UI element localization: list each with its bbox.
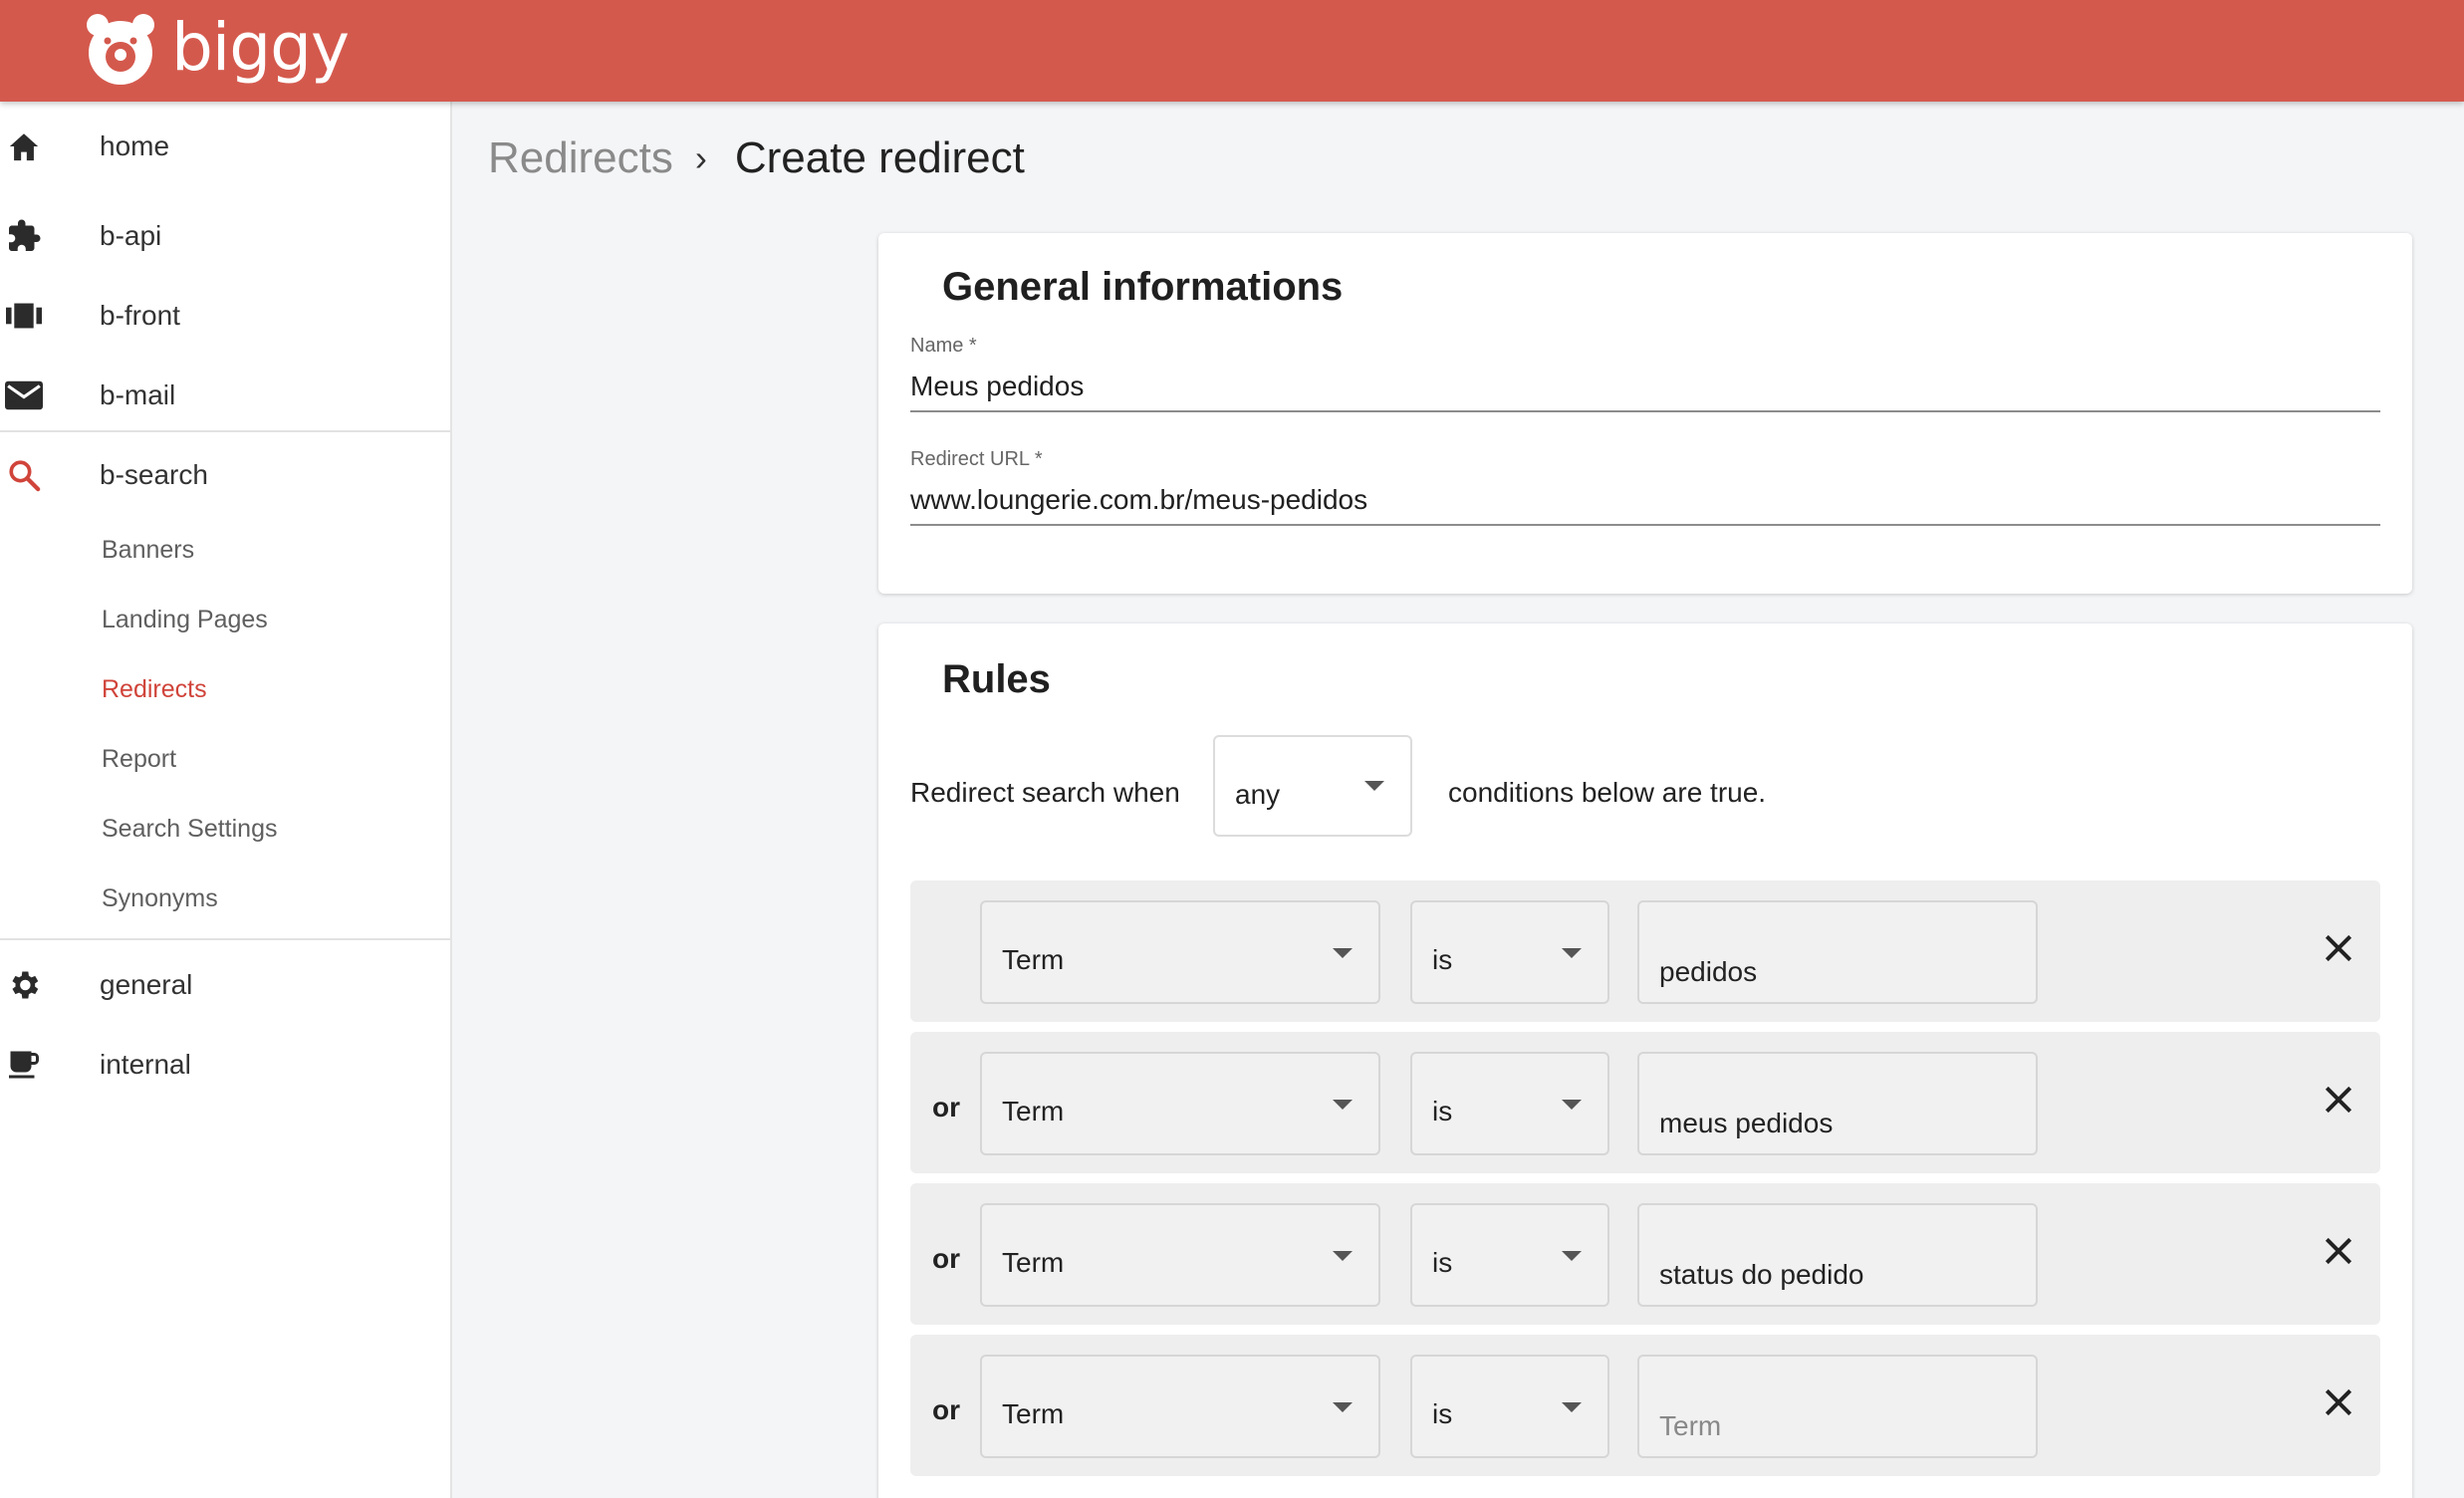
sidebar-item-label: b-api	[100, 220, 162, 251]
close-icon[interactable]	[2319, 1080, 2358, 1120]
condition-field-value: Term	[1002, 944, 1065, 975]
rules-title: Rules	[942, 657, 1051, 701]
sidebar-subitem-synonyms[interactable]: Synonyms	[102, 884, 218, 913]
close-icon[interactable]	[2319, 1231, 2358, 1271]
breadcrumb-redirects-link[interactable]: Redirects	[488, 133, 673, 183]
match-mode-value: any	[1235, 779, 1281, 810]
sidebar-item-label: general	[100, 969, 193, 1000]
condition-operator-select[interactable]: is	[1410, 1203, 1609, 1307]
condition-field-value: Term	[1002, 1398, 1065, 1429]
condition-operator-select[interactable]: is	[1410, 1355, 1609, 1458]
chevron-down-icon	[1562, 1402, 1582, 1412]
chevron-down-icon	[1364, 781, 1384, 791]
sidebar-item-b-api[interactable]: b-api	[0, 201, 450, 271]
condition-operator-value: is	[1432, 944, 1453, 975]
condition-connector: or	[932, 1243, 960, 1274]
name-field-label: Name *	[910, 335, 977, 357]
chevron-down-icon	[1333, 1402, 1353, 1412]
condition-row: or Term is	[910, 1183, 2380, 1325]
close-icon[interactable]	[2319, 1382, 2358, 1422]
condition-field-select[interactable]: Term	[980, 1203, 1380, 1307]
sidebar-item-label: b-front	[100, 300, 180, 331]
sidebar-item-label: b-search	[100, 459, 208, 490]
logo-text: biggy	[171, 9, 350, 86]
sidebar-item-label: b-mail	[100, 379, 176, 410]
carousel-icon	[4, 296, 44, 336]
sidebar-item-label: home	[100, 130, 170, 161]
condition-field-value: Term	[1002, 1247, 1065, 1278]
condition-field-value: Term	[1002, 1096, 1065, 1126]
sidebar-item-internal[interactable]: internal	[0, 1030, 450, 1100]
chevron-down-icon	[1562, 1251, 1582, 1261]
condition-field-select[interactable]: Term	[980, 1355, 1380, 1458]
sidebar-item-b-search[interactable]: b-search	[0, 440, 450, 510]
sidebar-item-b-mail[interactable]: b-mail	[0, 361, 450, 430]
gear-icon	[4, 965, 44, 1005]
top-app-bar: biggy	[0, 0, 2464, 102]
chevron-down-icon	[1562, 1100, 1582, 1110]
sidebar: home b-api b-front b-mail b-search Banne…	[0, 102, 452, 1498]
breadcrumb-separator-icon: ›	[694, 137, 707, 178]
rule-suffix-text: conditions below are true.	[1448, 777, 1767, 808]
search-icon	[4, 455, 44, 495]
chevron-down-icon	[1562, 948, 1582, 958]
sidebar-subitem-search-settings[interactable]: Search Settings	[102, 815, 278, 844]
condition-value-input[interactable]	[1637, 900, 2038, 1004]
condition-operator-value: is	[1432, 1247, 1453, 1278]
rules-card: Rules Redirect search when any condition…	[878, 624, 2412, 1498]
condition-field-select[interactable]: Term	[980, 1052, 1380, 1155]
condition-operator-select[interactable]: is	[1410, 1052, 1609, 1155]
redirect-url-field[interactable]	[910, 476, 2380, 526]
coffee-icon	[4, 1045, 44, 1085]
page-title: Create redirect	[734, 133, 1025, 182]
bear-logo-icon	[86, 11, 155, 85]
general-informations-title: General informations	[942, 265, 1344, 309]
mail-icon	[4, 375, 44, 415]
condition-operator-value: is	[1432, 1096, 1453, 1126]
sidebar-subitem-landing-pages[interactable]: Landing Pages	[102, 606, 268, 634]
condition-field-select[interactable]: Term	[980, 900, 1380, 1004]
name-field[interactable]	[910, 363, 2380, 412]
sidebar-subitem-report[interactable]: Report	[102, 745, 176, 774]
chevron-down-icon	[1333, 1100, 1353, 1110]
sidebar-item-general[interactable]: general	[0, 950, 450, 1020]
condition-operator-select[interactable]: is	[1410, 900, 1609, 1004]
condition-row: or Term is	[910, 1032, 2380, 1173]
sidebar-item-label: internal	[100, 1049, 191, 1080]
condition-value-input[interactable]	[1637, 1052, 2038, 1155]
puzzle-icon	[4, 216, 44, 256]
sidebar-item-home[interactable]: home	[0, 112, 450, 181]
condition-connector: or	[932, 1092, 960, 1123]
sidebar-subitem-redirects[interactable]: Redirects	[102, 675, 207, 704]
condition-row: or Term is	[910, 1335, 2380, 1476]
condition-value-input[interactable]	[1637, 1203, 2038, 1307]
biggy-logo[interactable]: biggy	[86, 6, 350, 90]
sidebar-item-b-front[interactable]: b-front	[0, 281, 450, 351]
general-informations-card: General informations Name * Redirect URL…	[878, 233, 2412, 594]
condition-row: Term is	[910, 880, 2380, 1022]
sidebar-divider	[0, 430, 450, 432]
chevron-down-icon	[1333, 1251, 1353, 1261]
close-icon[interactable]	[2319, 928, 2358, 968]
sidebar-divider	[0, 938, 450, 940]
condition-connector: or	[932, 1394, 960, 1425]
redirect-url-field-label: Redirect URL *	[910, 448, 1043, 470]
condition-value-input[interactable]	[1637, 1355, 2038, 1458]
breadcrumb: Redirects › Create redirect	[488, 133, 1025, 183]
rule-prefix-text: Redirect search when	[910, 777, 1180, 808]
sidebar-subitem-banners[interactable]: Banners	[102, 536, 194, 565]
match-mode-select[interactable]: any	[1213, 735, 1412, 837]
chevron-down-icon	[1333, 948, 1353, 958]
home-icon	[4, 126, 44, 166]
condition-operator-value: is	[1432, 1398, 1453, 1429]
